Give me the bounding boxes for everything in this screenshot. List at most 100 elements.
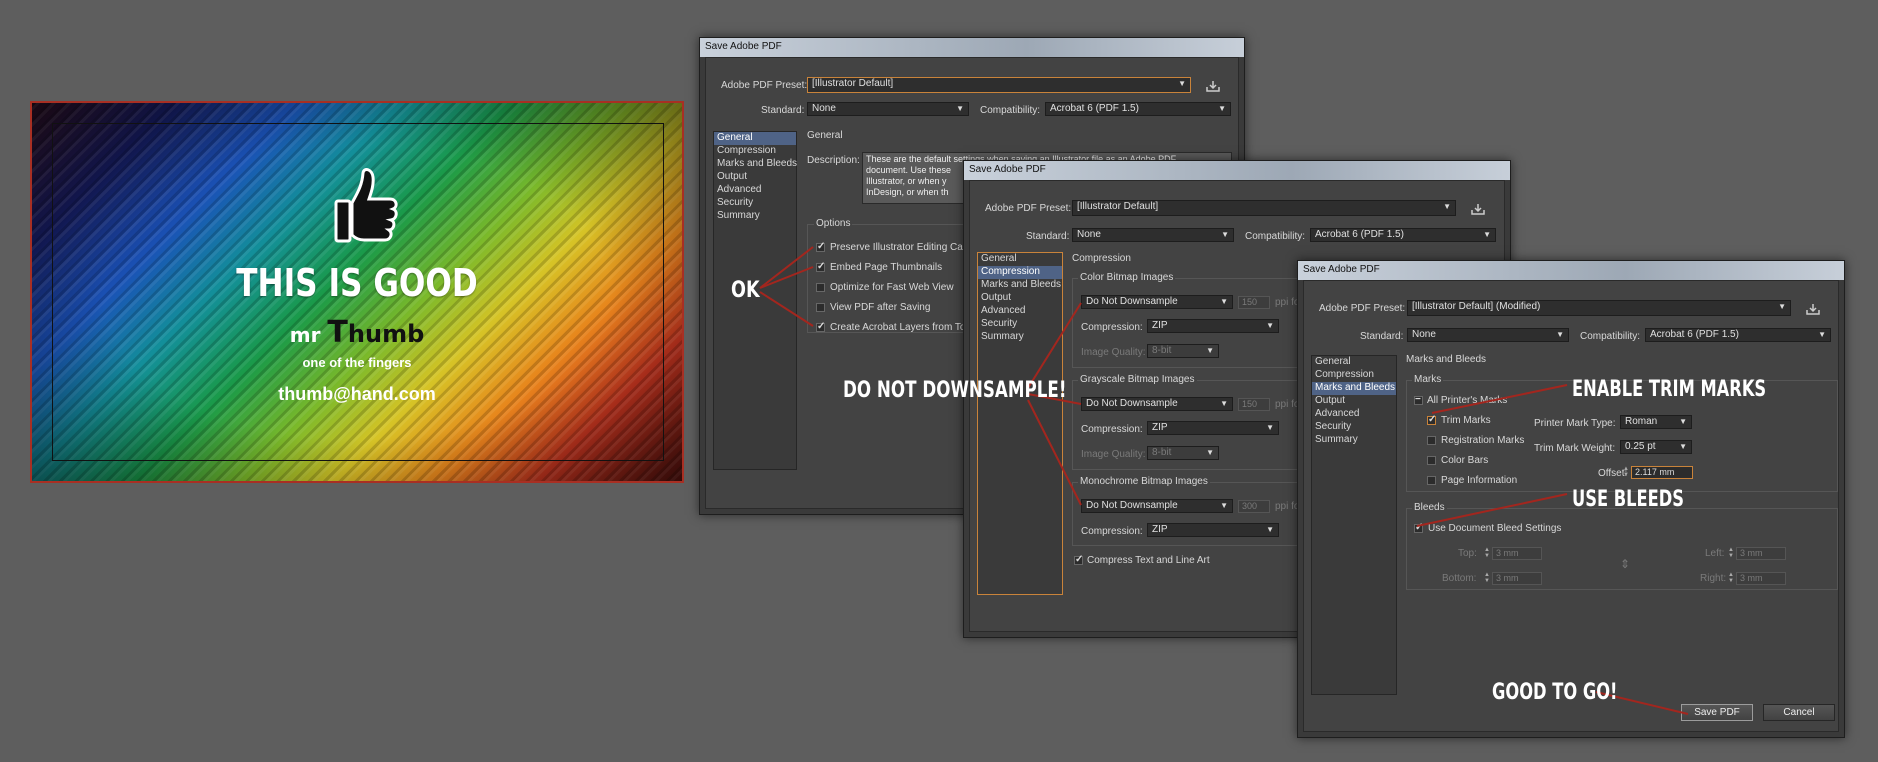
gray-quality-dropdown[interactable]: 8-bit ▼ <box>1147 446 1219 460</box>
standard-value: None <box>1412 329 1436 340</box>
color-ppi-input[interactable]: 150 <box>1238 296 1270 309</box>
trim-weight-dropdown[interactable]: 0.25 pt ▼ <box>1620 440 1692 454</box>
quality-value: 8-bit <box>1152 447 1172 458</box>
standard-dropdown[interactable]: None ▼ <box>1072 228 1234 242</box>
chevron-down-icon: ▼ <box>956 104 964 113</box>
compatibility-value: Acrobat 6 (PDF 1.5) <box>1050 103 1139 114</box>
standard-value: None <box>812 103 836 114</box>
link-icon[interactable]: ⇕ <box>1620 557 1630 571</box>
downsample-value: Do Not Downsample <box>1086 296 1178 307</box>
section-title: Compression <box>1072 253 1131 264</box>
save-preset-icon[interactable] <box>1471 203 1485 215</box>
mono-downsample-dropdown[interactable]: Do Not Downsample ▼ <box>1081 499 1233 513</box>
standard-dropdown[interactable]: None ▼ <box>807 102 969 116</box>
description-label: Description: <box>807 155 860 166</box>
option-label: Preserve Illustrator Editing Ca <box>830 242 963 253</box>
card-name-rest: humb <box>347 320 425 348</box>
preset-dropdown[interactable]: [Illustrator Default] ▼ <box>807 77 1191 93</box>
nav-item-compression[interactable]: Compression <box>1312 369 1396 382</box>
nav-item-general[interactable]: General <box>714 132 796 145</box>
checkbox-page-info[interactable] <box>1427 476 1436 485</box>
compatibility-dropdown[interactable]: Acrobat 6 (PDF 1.5) ▼ <box>1045 102 1231 116</box>
check-icon: ✓ <box>1428 414 1437 425</box>
nav-item-security[interactable]: Security <box>1312 421 1396 434</box>
checkbox-fast-web[interactable] <box>816 283 825 292</box>
nav-item-general[interactable]: General <box>978 253 1062 266</box>
nav-item-summary[interactable]: Summary <box>978 331 1062 344</box>
gray-ppi-input[interactable]: 150 <box>1238 398 1270 411</box>
chevron-down-icon: ▼ <box>1443 202 1451 211</box>
checkbox-view-pdf[interactable] <box>816 303 825 312</box>
nav-item-advanced[interactable]: Advanced <box>1312 408 1396 421</box>
chevron-down-icon: ▼ <box>1206 346 1214 355</box>
save-preset-icon[interactable] <box>1206 80 1220 92</box>
bleed-top-input[interactable]: 3 mm <box>1492 547 1542 560</box>
stepper-icon[interactable]: ▲ ▼ <box>1483 547 1491 560</box>
gray-downsample-dropdown[interactable]: Do Not Downsample ▼ <box>1081 397 1233 411</box>
compatibility-dropdown[interactable]: Acrobat 6 (PDF 1.5) ▼ <box>1645 328 1831 342</box>
mark-type-dropdown[interactable]: Roman ▼ <box>1620 415 1692 429</box>
compatibility-dropdown[interactable]: Acrobat 6 (PDF 1.5) ▼ <box>1310 228 1496 242</box>
check-icon: ✓ <box>817 261 826 272</box>
stepper-icon[interactable]: ▲ ▼ <box>1727 547 1735 560</box>
nav-item-output[interactable]: Output <box>1312 395 1396 408</box>
preset-dropdown[interactable]: [Illustrator Default] ▼ <box>1072 200 1456 216</box>
nav-item-compression[interactable]: Compression <box>978 266 1062 279</box>
color-downsample-dropdown[interactable]: Do Not Downsample ▼ <box>1081 295 1233 309</box>
chevron-down-icon: ▼ <box>1220 501 1228 510</box>
nav-item-security[interactable]: Security <box>978 318 1062 331</box>
annotation-ok: OK <box>731 278 760 303</box>
ppi-label: ppi fo <box>1275 501 1300 512</box>
bleed-right-input[interactable]: 3 mm <box>1736 572 1786 585</box>
nav-item-security[interactable]: Security <box>714 197 796 210</box>
mono-ppi-input[interactable]: 300 <box>1238 500 1270 513</box>
compression-value: ZIP <box>1152 320 1168 331</box>
nav-item-general[interactable]: General <box>1312 356 1396 369</box>
check-icon: ✓ <box>1075 554 1084 565</box>
cancel-button[interactable]: Cancel <box>1763 704 1835 721</box>
mono-compression-dropdown[interactable]: ZIP ▼ <box>1147 523 1279 537</box>
offset-input[interactable]: 2.117 mm <box>1631 466 1693 479</box>
save-pdf-button[interactable]: Save PDF <box>1681 704 1753 721</box>
color-compression-dropdown[interactable]: ZIP ▼ <box>1147 319 1279 333</box>
mark-type-value: Roman <box>1625 416 1658 427</box>
checkbox-registration-marks[interactable] <box>1427 436 1436 445</box>
bleed-bottom-input[interactable]: 3 mm <box>1492 572 1542 585</box>
minus-icon: − <box>1415 394 1421 405</box>
chevron-down-icon: ▼ <box>1178 79 1186 88</box>
standard-dropdown[interactable]: None ▼ <box>1407 328 1569 342</box>
nav-item-advanced[interactable]: Advanced <box>978 305 1062 318</box>
card-headline: THIS IS GOOD <box>236 261 478 305</box>
ppi-label: ppi fo <box>1275 399 1300 410</box>
mark-type-label: Printer Mark Type: <box>1534 418 1616 429</box>
compatibility-label: Compatibility: <box>1580 331 1641 342</box>
trim-marks-label: Trim Marks <box>1441 415 1491 426</box>
nav-item-output[interactable]: Output <box>978 292 1062 305</box>
section-nav: General Compression Marks and Bleeds Out… <box>977 252 1063 595</box>
compatibility-value: Acrobat 6 (PDF 1.5) <box>1315 229 1404 240</box>
checkbox-color-bars[interactable] <box>1427 456 1436 465</box>
nav-item-advanced[interactable]: Advanced <box>714 184 796 197</box>
nav-item-summary[interactable]: Summary <box>714 210 796 223</box>
nav-item-compression[interactable]: Compression <box>714 145 796 158</box>
nav-item-marks-and-bleeds[interactable]: Marks and Bleeds <box>978 279 1062 292</box>
nav-item-summary[interactable]: Summary <box>1312 434 1396 447</box>
nav-item-marks-and-bleeds[interactable]: Marks and Bleeds <box>714 158 797 171</box>
chevron-down-icon: ▼ <box>1266 525 1274 534</box>
color-quality-dropdown[interactable]: 8-bit ▼ <box>1147 344 1219 358</box>
business-card-preview: THIS IS GOOD mr Thumb one of the fingers… <box>30 101 684 483</box>
stepper-icon[interactable]: ▲ ▼ <box>1727 572 1735 585</box>
card-name-initial: T <box>327 315 348 350</box>
chevron-down-icon: ▼ <box>1220 399 1228 408</box>
bleed-left-input[interactable]: 3 mm <box>1736 547 1786 560</box>
ppi-label: ppi fo <box>1275 297 1300 308</box>
save-preset-icon[interactable] <box>1806 303 1820 315</box>
nav-item-marks-and-bleeds[interactable]: Marks and Bleeds <box>1312 382 1396 395</box>
bleed-left-label: Left: <box>1705 548 1725 559</box>
nav-item-output[interactable]: Output <box>714 171 796 184</box>
stepper-icon[interactable]: ▲ ▼ <box>1483 572 1491 585</box>
offset-stepper-icon[interactable]: ▲ ▼ <box>1622 466 1630 479</box>
gray-compression-dropdown[interactable]: ZIP ▼ <box>1147 421 1279 435</box>
dialog-title: Save Adobe PDF <box>700 38 1244 57</box>
preset-dropdown[interactable]: [Illustrator Default] (Modified) ▼ <box>1407 300 1791 316</box>
